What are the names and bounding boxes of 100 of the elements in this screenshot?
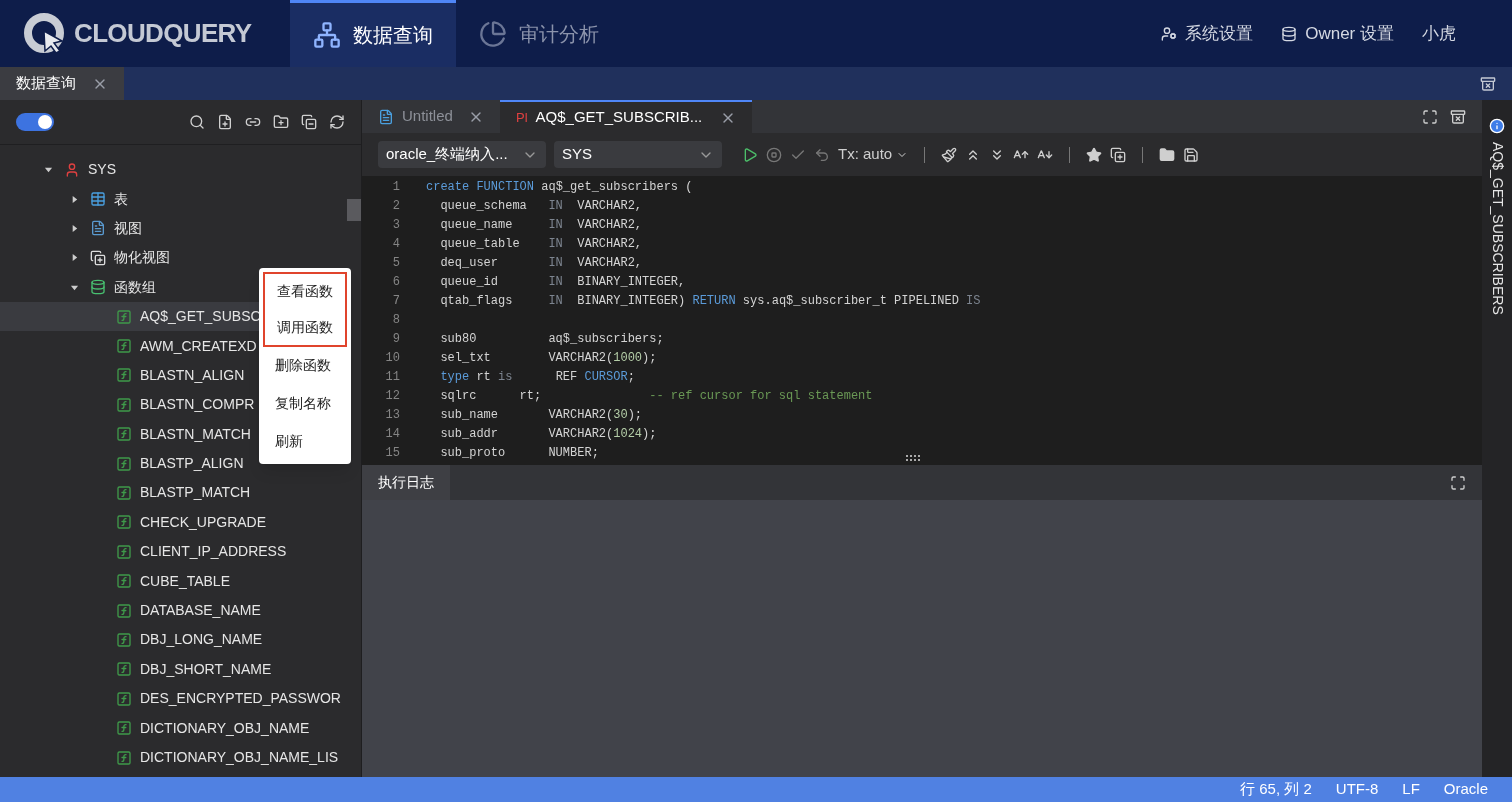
status-item: LF	[1402, 779, 1420, 800]
tree-item[interactable]: DES_ENCRYPTED_PASSWOR	[0, 684, 347, 714]
fullscreen-icon[interactable]	[1422, 108, 1438, 125]
file-icon	[378, 108, 394, 125]
line-number: 4	[391, 235, 400, 253]
format-icon[interactable]	[941, 146, 958, 163]
copy-icon[interactable]	[1110, 146, 1127, 163]
database-icon	[1281, 25, 1298, 42]
function-icon	[116, 485, 132, 501]
code-line: sub_name VARCHAR2(30);	[439, 406, 643, 424]
save-icon[interactable]	[1183, 146, 1200, 163]
header-link[interactable]: Owner 设置	[1305, 20, 1394, 47]
log-tab[interactable]: 执行日志	[362, 465, 450, 500]
code-line: sub_addr VARCHAR2(1024);	[439, 425, 657, 443]
connection-select[interactable]: oracle_终端纳入...	[378, 141, 546, 168]
table-icon	[90, 191, 106, 208]
nav-tab[interactable]: 审计分析	[456, 0, 622, 67]
function-icon	[116, 514, 132, 531]
line-number: 9	[391, 330, 400, 348]
line-number: 15	[384, 444, 400, 462]
folder-icon[interactable]	[1159, 146, 1176, 163]
code-line: queue_table IN VARCHAR2,	[439, 235, 643, 253]
new-file-icon[interactable]	[217, 114, 233, 130]
code-line: type rt is REF CURSOR;	[439, 368, 635, 386]
tree-item[interactable]: CUBE_TABLE	[0, 566, 347, 596]
close-all-icon[interactable]	[1480, 75, 1496, 92]
user-gear-icon	[1161, 25, 1178, 42]
status-item: Oracle	[1443, 779, 1488, 800]
menu-item[interactable]: 调用函数	[263, 309, 347, 348]
function-icon	[116, 455, 132, 472]
code-line: qtab_flags IN BINARY_INTEGER) RETURN sys.aq$_subscriber_t PIPELINED IS	[439, 292, 981, 310]
code-line: sub_proto NUMBER;	[439, 444, 599, 462]
line-number: 11	[384, 368, 400, 386]
code-line: deq_user IN VARCHAR2,	[439, 254, 643, 272]
tree-item[interactable]: DATABASE_NAME	[0, 595, 347, 626]
tree-item[interactable]: DICTIONARY_OBJ_NAME	[0, 713, 347, 743]
scrollbar-thumb[interactable]	[347, 199, 361, 221]
editor-tab[interactable]: Untitled	[362, 100, 500, 133]
function-icon	[116, 396, 132, 413]
tree-item[interactable]: 视图	[0, 213, 347, 244]
info-icon[interactable]	[1489, 118, 1505, 134]
function-icon	[116, 573, 132, 590]
menu-item[interactable]: 查看函数	[263, 272, 347, 310]
header-link[interactable]: 系统设置	[1185, 20, 1254, 47]
tree-item[interactable]: 表	[0, 184, 347, 214]
line-number: 6	[391, 273, 400, 291]
schema-select[interactable]: SYS	[554, 141, 722, 168]
nav-tab[interactable]: 数据查询	[290, 0, 456, 67]
tree-item[interactable]: SYS	[0, 155, 347, 185]
new-folder-icon[interactable]	[273, 114, 289, 130]
tree-item[interactable]: DICTIONARY_OBJ_NAME_LIS	[0, 742, 347, 773]
nodes-icon	[313, 21, 341, 49]
line-number: 5	[391, 254, 400, 272]
stop-icon[interactable]	[766, 146, 782, 163]
menu-item[interactable]: 删除函数	[259, 347, 351, 385]
tree-item[interactable]: 物化视图	[0, 243, 347, 273]
resize-handle-icon[interactable]	[906, 455, 920, 461]
tree-item[interactable]: CLIENT_IP_ADDRESS	[0, 537, 347, 567]
run-icon[interactable]	[742, 146, 758, 163]
status-item: UTF-8	[1335, 779, 1379, 800]
windows-icon	[90, 249, 106, 266]
header-link[interactable]: 小虎	[1422, 20, 1456, 47]
refresh-icon[interactable]	[329, 114, 345, 130]
theme-toggle[interactable]	[16, 113, 54, 131]
code-line: queue_name IN VARCHAR2,	[439, 216, 643, 234]
line-number: 10	[384, 349, 400, 367]
menu-item[interactable]: 复制名称	[259, 384, 351, 423]
function-icon	[116, 720, 132, 737]
editor-tab[interactable]: Pl AQ$_GET_SUBSCRIB...	[500, 100, 752, 133]
function-icon	[116, 690, 132, 707]
page-tab[interactable]: 数据查询	[0, 67, 124, 100]
rollback-icon[interactable]	[814, 146, 830, 163]
tree-item[interactable]: CHECK_UPGRADE	[0, 507, 347, 538]
status-item: 行 65, 列 2	[1240, 779, 1312, 800]
function-icon	[116, 749, 132, 766]
search-icon[interactable]	[189, 114, 205, 130]
transaction-select[interactable]: Tx: auto	[838, 143, 909, 166]
function-icon	[116, 661, 132, 678]
tab-prefix: Pl	[516, 108, 528, 127]
line-number: 2	[391, 197, 400, 215]
tree-item[interactable]: DBJ_LONG_NAME	[0, 625, 347, 655]
code-line: create FUNCTION aq$_get_subscribers (	[426, 178, 693, 196]
line-number: 1	[391, 178, 400, 196]
code-line: queue_id IN BINARY_INTEGER,	[439, 273, 686, 291]
view-icon	[90, 220, 106, 237]
line-number: 8	[391, 311, 400, 329]
close-all-icon[interactable]	[1450, 108, 1466, 125]
code-line: sub80 aq$_subscribers;	[439, 330, 664, 348]
collapse-icon[interactable]	[301, 114, 317, 130]
function-icon	[116, 602, 132, 619]
line-number: 3	[391, 216, 400, 234]
star-icon[interactable]	[1086, 146, 1103, 163]
user-icon	[64, 161, 80, 178]
tree-item[interactable]: DBJ_SHORT_NAME	[0, 654, 347, 685]
database-icon	[90, 279, 106, 296]
function-icon	[116, 631, 132, 648]
function-icon	[116, 543, 132, 560]
function-icon	[116, 426, 132, 443]
tree-item[interactable]: BLASTP_MATCH	[0, 478, 347, 508]
fullscreen-icon[interactable]	[1450, 474, 1466, 491]
